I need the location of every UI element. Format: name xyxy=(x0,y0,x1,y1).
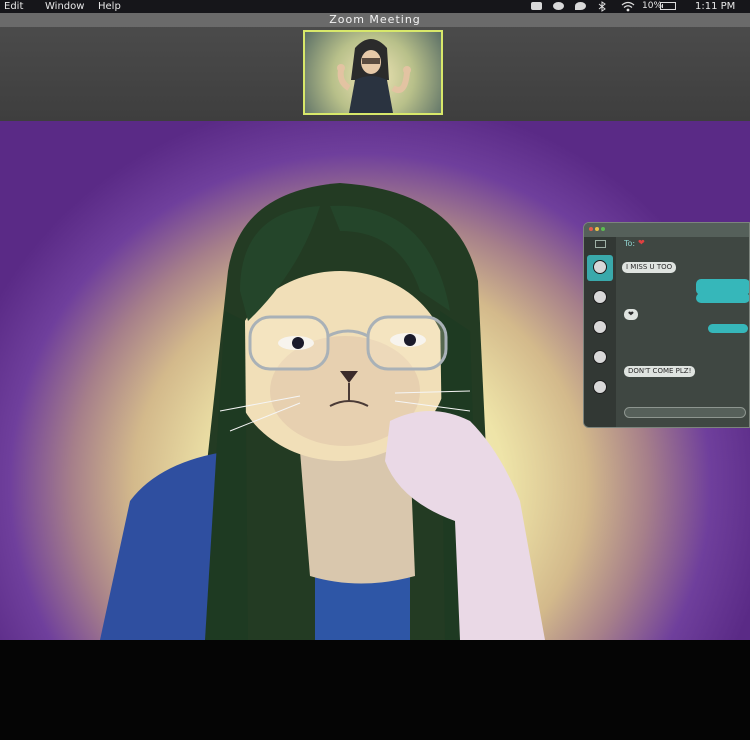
battery-percent: 10% xyxy=(642,1,663,11)
main-video[interactable]: To: ❤ I MISS U TOO ❤ DON'T COME PLZ! xyxy=(0,121,750,640)
window-title: Zoom Meeting xyxy=(0,13,750,27)
heart-icon: ❤ xyxy=(638,238,645,247)
menu-bar: Edit Window Help 10% 1:11 PM xyxy=(0,0,750,13)
messages-icon[interactable] xyxy=(575,2,586,10)
message-incoming-heart: ❤ xyxy=(624,309,638,320)
bluetooth-icon[interactable] xyxy=(598,1,606,12)
contact-list xyxy=(584,237,616,427)
message-incoming: DON'T COME PLZ! xyxy=(624,366,696,377)
chat-bubble-icon[interactable] xyxy=(553,2,564,10)
clock[interactable]: 1:11 PM xyxy=(695,0,735,13)
camera-icon[interactable] xyxy=(531,2,542,10)
chat-titlebar xyxy=(584,223,749,237)
bottom-bar xyxy=(0,640,750,740)
battery-fill xyxy=(662,4,663,8)
contact-item[interactable] xyxy=(587,345,613,371)
menu-window[interactable]: Window xyxy=(45,0,84,13)
contact-item[interactable] xyxy=(587,315,613,341)
self-view-thumbnail[interactable] xyxy=(303,30,443,115)
compose-icon[interactable] xyxy=(595,240,606,248)
message-incoming: I MISS U TOO xyxy=(622,262,677,273)
message-outgoing xyxy=(708,324,748,333)
wifi-icon[interactable] xyxy=(621,1,635,12)
battery-icon[interactable] xyxy=(660,2,676,10)
contact-item-active[interactable] xyxy=(587,255,613,281)
self-view-person xyxy=(337,39,411,113)
menu-edit[interactable]: Edit xyxy=(4,0,23,13)
recipient-label: To: xyxy=(624,239,636,248)
minimize-dot-icon[interactable] xyxy=(595,227,599,231)
contact-item[interactable] xyxy=(587,285,613,311)
contact-item[interactable] xyxy=(587,375,613,401)
close-dot-icon[interactable] xyxy=(589,227,593,231)
message-outgoing xyxy=(696,293,749,303)
menu-help[interactable]: Help xyxy=(98,0,121,13)
message-input[interactable] xyxy=(624,407,746,418)
zoom-dot-icon[interactable] xyxy=(601,227,605,231)
chat-window[interactable]: To: ❤ I MISS U TOO ❤ DON'T COME PLZ! xyxy=(583,222,750,428)
